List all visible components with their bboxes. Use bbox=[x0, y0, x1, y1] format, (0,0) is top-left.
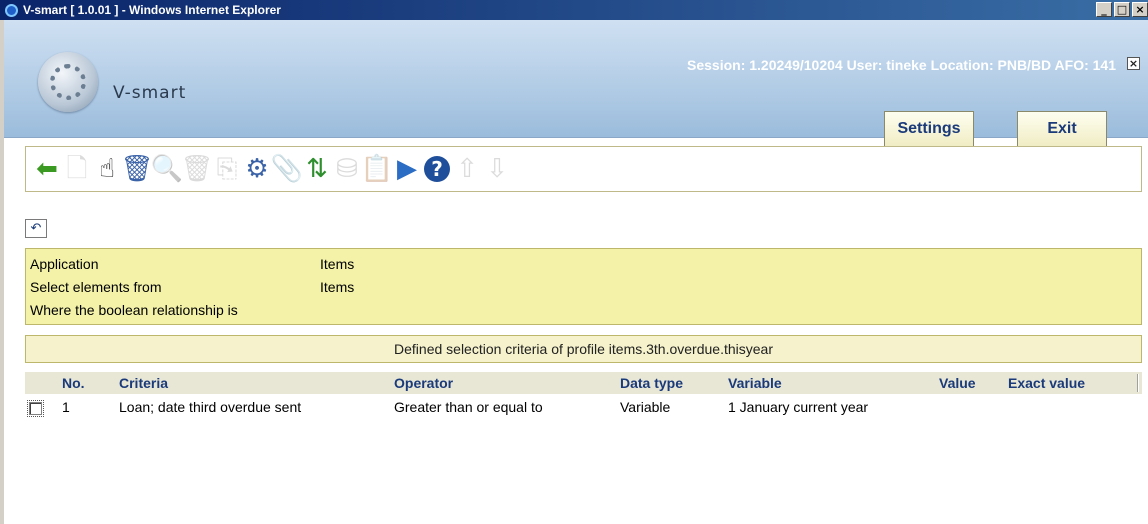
window-title: V-smart [ 1.0.01 ] - Windows Internet Ex… bbox=[23, 3, 281, 17]
info-value: Items bbox=[320, 279, 355, 295]
undo-button[interactable]: ↶ bbox=[25, 219, 47, 238]
column-header-value[interactable]: Value bbox=[939, 375, 976, 391]
run-play-button[interactable]: ▶ bbox=[392, 152, 422, 186]
row-select-checkbox[interactable] bbox=[27, 400, 44, 417]
search-icon: 🔍 bbox=[150, 154, 184, 184]
exit-button[interactable]: Exit bbox=[1017, 111, 1107, 147]
window-controls: _ □ × bbox=[1096, 2, 1148, 17]
column-separator bbox=[1137, 374, 1139, 392]
info-value: Items bbox=[320, 256, 355, 272]
cell-criteria: Loan; date third overdue sent bbox=[119, 399, 302, 415]
new-document-icon: 🗋 bbox=[66, 154, 88, 184]
session-info: Session: 1.20249/10204 User: tineke Loca… bbox=[687, 57, 1116, 73]
swap-arrows-icon: ⇅ bbox=[306, 154, 328, 184]
app-header: V-smart Session: 1.20249/10204 User: tin… bbox=[4, 20, 1148, 147]
column-header-data-type[interactable]: Data type bbox=[620, 375, 683, 391]
close-window-button[interactable]: × bbox=[1132, 2, 1148, 17]
close-session-button[interactable]: × bbox=[1127, 57, 1140, 70]
new-document-button: 🗋 bbox=[62, 152, 92, 186]
move-up-button: ⇧ bbox=[452, 152, 482, 186]
column-header-criteria[interactable]: Criteria bbox=[119, 375, 168, 391]
cell-operator: Greater than or equal to bbox=[394, 399, 543, 415]
column-header-no[interactable]: No. bbox=[62, 375, 85, 391]
clipboard-icon: 📋 bbox=[360, 154, 394, 184]
internet-explorer-icon bbox=[3, 2, 19, 18]
edit-settings-button[interactable]: ⚙ bbox=[242, 152, 272, 186]
cell-data-type: Variable bbox=[620, 399, 671, 415]
cell-variable: 1 January current year bbox=[728, 399, 869, 415]
vsmart-logo-icon bbox=[38, 52, 98, 112]
column-header-variable[interactable]: Variable bbox=[728, 375, 782, 391]
move-down-button: ⇩ bbox=[482, 152, 512, 186]
info-label: Select elements from bbox=[30, 279, 162, 295]
swap-arrows-button[interactable]: ⇅ bbox=[302, 152, 332, 186]
toolbar: ⬅ 🗋 ☝ 🗑 🔍 🗑 ⎘ ⚙ 📎 ⇅ ⛁ 📋 ▶? ⇧ ⇩ bbox=[25, 146, 1142, 192]
back-button[interactable]: ⬅ bbox=[32, 152, 62, 186]
select-hand-button[interactable]: ☝ bbox=[92, 152, 122, 186]
profile-info-panel: Application Items Select elements from I… bbox=[25, 248, 1142, 325]
column-header-operator[interactable]: Operator bbox=[394, 375, 453, 391]
attach-icon: 📎 bbox=[270, 154, 304, 184]
database-icon: ⛁ bbox=[336, 154, 358, 184]
selection-criteria-caption: Defined selection criteria of profile it… bbox=[25, 335, 1142, 363]
delete-disabled-button: 🗑 bbox=[180, 152, 214, 186]
edit-settings-icon: ⚙ bbox=[245, 154, 269, 184]
attach-button: 📎 bbox=[270, 152, 304, 186]
delete-bin-button[interactable]: 🗑 bbox=[120, 152, 154, 186]
maximize-button[interactable]: □ bbox=[1114, 2, 1130, 17]
table-header: No. Criteria Operator Data type Variable… bbox=[25, 372, 1142, 394]
help-icon: ? bbox=[424, 156, 450, 182]
column-header-exact-value[interactable]: Exact value bbox=[1008, 375, 1085, 391]
search-button: 🔍 bbox=[150, 152, 184, 186]
help-button[interactable]: ? bbox=[422, 152, 452, 186]
copy-button: ⎘ bbox=[212, 152, 242, 186]
select-hand-icon: ☝ bbox=[99, 154, 115, 184]
cell-no: 1 bbox=[62, 399, 70, 415]
table-row[interactable]: 1 Loan; date third overdue sent Greater … bbox=[25, 396, 1142, 420]
window-titlebar: V-smart [ 1.0.01 ] - Windows Internet Ex… bbox=[0, 0, 1148, 20]
back-icon: ⬅ bbox=[36, 154, 58, 184]
minimize-button[interactable]: _ bbox=[1096, 2, 1112, 17]
move-down-icon: ⇩ bbox=[486, 154, 508, 184]
undo-icon: ↶ bbox=[30, 221, 42, 236]
info-label: Where the boolean relationship is bbox=[30, 302, 238, 318]
clipboard-button: 📋 bbox=[360, 152, 394, 186]
settings-button[interactable]: Settings bbox=[884, 111, 974, 147]
copy-icon: ⎘ bbox=[216, 154, 238, 184]
delete-bin-icon: 🗑 bbox=[120, 154, 154, 184]
database-button: ⛁ bbox=[332, 152, 362, 186]
run-play-icon: ▶ bbox=[397, 154, 417, 184]
move-up-icon: ⇧ bbox=[456, 154, 478, 184]
brand-name: V-smart bbox=[113, 83, 187, 103]
delete-disabled-icon: 🗑 bbox=[180, 154, 214, 184]
info-label: Application bbox=[30, 256, 99, 272]
